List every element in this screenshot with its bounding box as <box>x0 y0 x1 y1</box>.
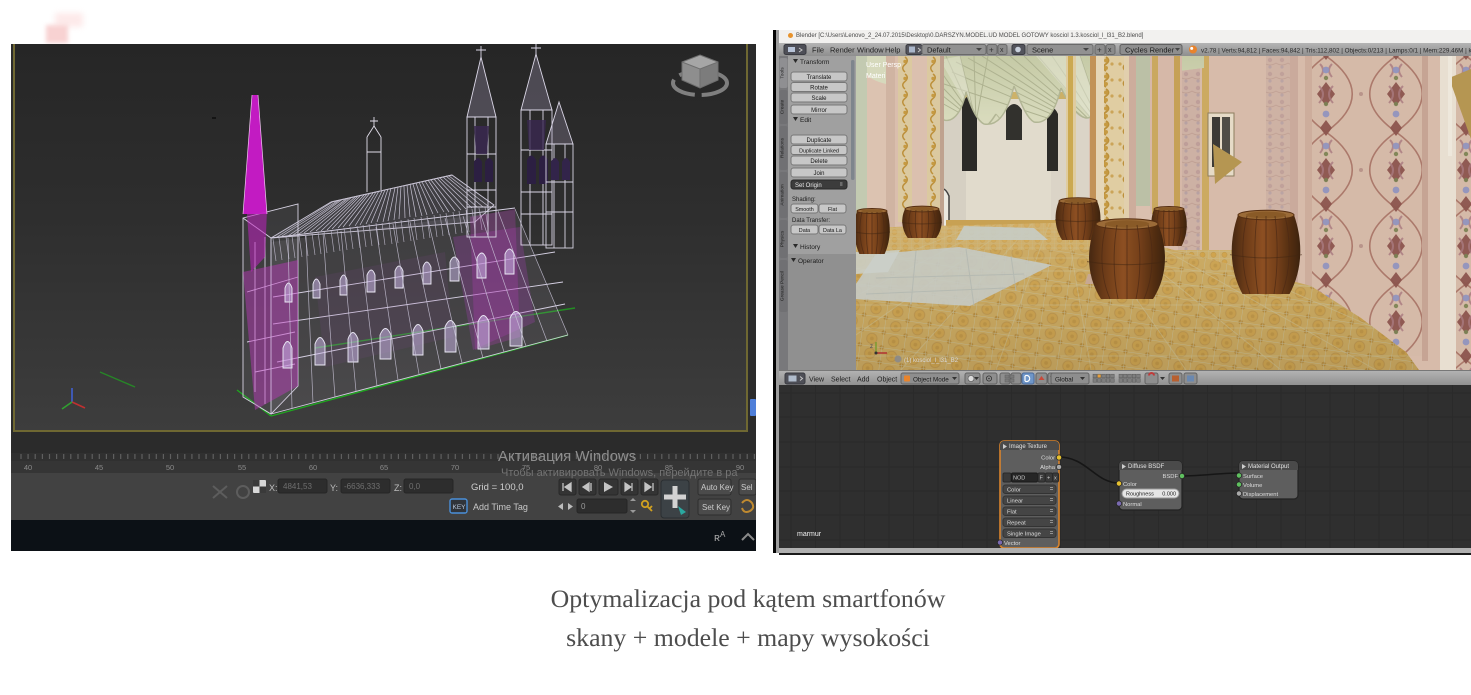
svg-text:Mirror: Mirror <box>811 108 827 114</box>
svg-text:-6636,333: -6636,333 <box>344 482 381 491</box>
svg-text:Data: Data <box>799 228 810 234</box>
svg-text:Add: Add <box>857 377 870 384</box>
svg-text:45: 45 <box>95 463 103 472</box>
svg-text:Color: Color <box>1123 482 1137 488</box>
svg-text:Scale: Scale <box>811 96 827 102</box>
svg-text:X:: X: <box>269 483 278 493</box>
svg-text:User Persp: User Persp <box>866 62 901 69</box>
svg-text:0.000: 0.000 <box>1162 492 1176 498</box>
svg-text:Window: Window <box>857 46 884 55</box>
svg-text:NOD: NOD <box>1013 476 1025 482</box>
svg-text:Scene: Scene <box>1032 46 1053 55</box>
svg-text:Image Texture: Image Texture <box>1009 444 1048 450</box>
svg-text:History: History <box>800 244 821 251</box>
svg-text:70: 70 <box>451 463 459 472</box>
svg-text:4841,53: 4841,53 <box>283 482 312 491</box>
svg-text:Rotate: Rotate <box>810 85 828 91</box>
svg-text:Flat: Flat <box>1007 509 1017 515</box>
svg-text:55: 55 <box>238 463 246 472</box>
svg-text:ʀA: ʀA <box>714 530 726 544</box>
svg-text:BSDF: BSDF <box>1163 474 1179 480</box>
svg-text:v2.78 | Verts:94,812 | Faces:9: v2.78 | Verts:94,812 | Faces:94,842 | Tr… <box>1201 48 1471 55</box>
svg-text:Surface: Surface <box>1243 474 1263 480</box>
svg-text:Help: Help <box>885 46 900 55</box>
svg-text:Cycles Render: Cycles Render <box>1125 46 1175 55</box>
svg-text:Displacement: Displacement <box>1243 492 1279 498</box>
svg-text:Translate: Translate <box>807 75 832 81</box>
svg-text:Single Image: Single Image <box>1007 531 1041 537</box>
svg-text:Tools: Tools <box>780 67 786 79</box>
svg-text:KEY: KEY <box>453 504 467 511</box>
svg-text:Shading:: Shading: <box>792 197 816 203</box>
svg-text:Default: Default <box>927 46 952 55</box>
svg-text:Create: Create <box>780 99 786 114</box>
svg-text:Set Key: Set Key <box>702 503 730 512</box>
svg-text:Y:: Y: <box>330 483 338 493</box>
svg-text:Alpha: Alpha <box>1040 465 1056 471</box>
svg-text:Data Transfer:: Data Transfer: <box>792 218 830 224</box>
svg-text:Material Output: Material Output <box>1248 464 1289 470</box>
svg-text:Diffuse BSDF: Diffuse BSDF <box>1128 464 1165 470</box>
svg-text:Operator: Operator <box>798 258 824 265</box>
svg-text:View: View <box>809 377 825 384</box>
svg-text:Add Time Tag: Add Time Tag <box>473 502 528 512</box>
svg-text:File: File <box>812 46 824 55</box>
svg-text:Data La: Data La <box>823 228 842 234</box>
svg-text:40: 40 <box>24 463 32 472</box>
svg-text:Linear: Linear <box>1007 498 1023 504</box>
svg-text:Select: Select <box>831 377 851 384</box>
svg-text:Global: Global <box>1055 377 1073 384</box>
svg-text:Grid = 100,0: Grid = 100,0 <box>471 482 524 493</box>
svg-text:(1) kosciol_l_l31_B2: (1) kosciol_l_l31_B2 <box>904 358 959 364</box>
svg-text:50: 50 <box>166 463 174 472</box>
svg-text:+: + <box>1097 46 1102 55</box>
svg-text:Smooth: Smooth <box>795 207 814 213</box>
svg-text:Edit: Edit <box>800 117 811 124</box>
svg-text:Volume: Volume <box>1243 483 1262 489</box>
svg-text:x: x <box>1054 476 1057 482</box>
svg-text:Grease Pencil: Grease Pencil <box>780 271 786 301</box>
svg-text:60: 60 <box>309 463 317 472</box>
svg-text:Physics: Physics <box>780 230 786 247</box>
svg-text:Relations: Relations <box>780 137 786 158</box>
svg-text:Duplicate: Duplicate <box>806 138 832 144</box>
svg-text:Object: Object <box>877 377 897 384</box>
svg-text:+: + <box>989 46 994 55</box>
svg-text:Transform: Transform <box>800 59 829 66</box>
svg-text:65: 65 <box>380 463 388 472</box>
svg-text:Animation: Animation <box>780 184 786 206</box>
svg-text:0,0: 0,0 <box>409 482 421 491</box>
svg-text:Sel: Sel <box>741 483 753 492</box>
svg-text:Color: Color <box>1041 456 1055 462</box>
svg-text:Duplicate Linked: Duplicate Linked <box>799 148 839 154</box>
svg-text:marmur: marmur <box>797 531 822 538</box>
svg-text:Set Origin: Set Origin <box>795 183 822 189</box>
svg-text:Flat: Flat <box>828 207 837 213</box>
svg-text:Delete: Delete <box>810 159 828 165</box>
svg-text:Color: Color <box>1007 487 1021 493</box>
svg-text:Vector: Vector <box>1004 541 1021 547</box>
svg-text:x: x <box>1108 47 1112 54</box>
svg-text:Roughness: Roughness <box>1126 492 1154 498</box>
svg-text:Materi: Materi <box>866 73 886 80</box>
svg-text:Z:: Z: <box>394 483 402 493</box>
svg-text:Join: Join <box>813 171 824 177</box>
svg-text:x: x <box>1000 47 1004 54</box>
svg-text:+: + <box>1047 476 1050 482</box>
svg-text:z: z <box>870 344 873 350</box>
svg-text:Repeat: Repeat <box>1007 520 1026 526</box>
svg-text:0: 0 <box>581 502 586 511</box>
svg-text:Auto Key: Auto Key <box>701 483 733 492</box>
svg-text:Normal: Normal <box>1123 502 1142 508</box>
svg-text:Render: Render <box>830 46 855 55</box>
svg-text:Object Mode: Object Mode <box>913 377 949 384</box>
